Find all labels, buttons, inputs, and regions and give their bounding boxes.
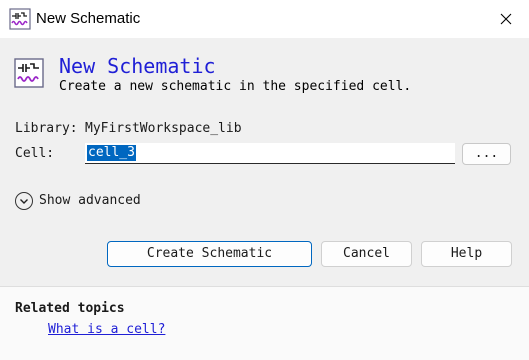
library-value: MyFirstWorkspace_lib — [85, 121, 242, 136]
related-topics-title: Related topics — [15, 301, 125, 316]
cell-input[interactable]: cell_3 — [85, 143, 455, 164]
show-advanced-toggle[interactable]: Show advanced — [15, 191, 155, 211]
cell-input-value: cell_3 — [87, 145, 136, 161]
schematic-icon — [9, 8, 31, 30]
library-label: Library: — [15, 121, 78, 136]
close-icon — [500, 13, 512, 25]
cancel-button[interactable]: Cancel — [321, 241, 412, 267]
chevron-down-icon — [20, 199, 28, 204]
show-advanced-label: Show advanced — [39, 193, 141, 208]
help-button[interactable]: Help — [421, 241, 512, 267]
page-title: New Schematic — [59, 54, 216, 78]
cell-label: Cell: — [15, 146, 55, 161]
page-subtitle: Create a new schematic in the specified … — [59, 79, 412, 94]
create-schematic-button[interactable]: Create Schematic — [107, 241, 312, 267]
related-topics-panel: Related topics What is a cell? — [0, 286, 529, 360]
chevron-circle — [15, 192, 33, 210]
close-button[interactable] — [483, 0, 529, 38]
schematic-icon — [14, 58, 44, 88]
browse-button[interactable]: ... — [462, 143, 511, 165]
window-title: New Schematic — [36, 10, 141, 27]
title-bar: New Schematic — [0, 0, 529, 38]
what-is-a-cell-link[interactable]: What is a cell? — [48, 322, 165, 337]
